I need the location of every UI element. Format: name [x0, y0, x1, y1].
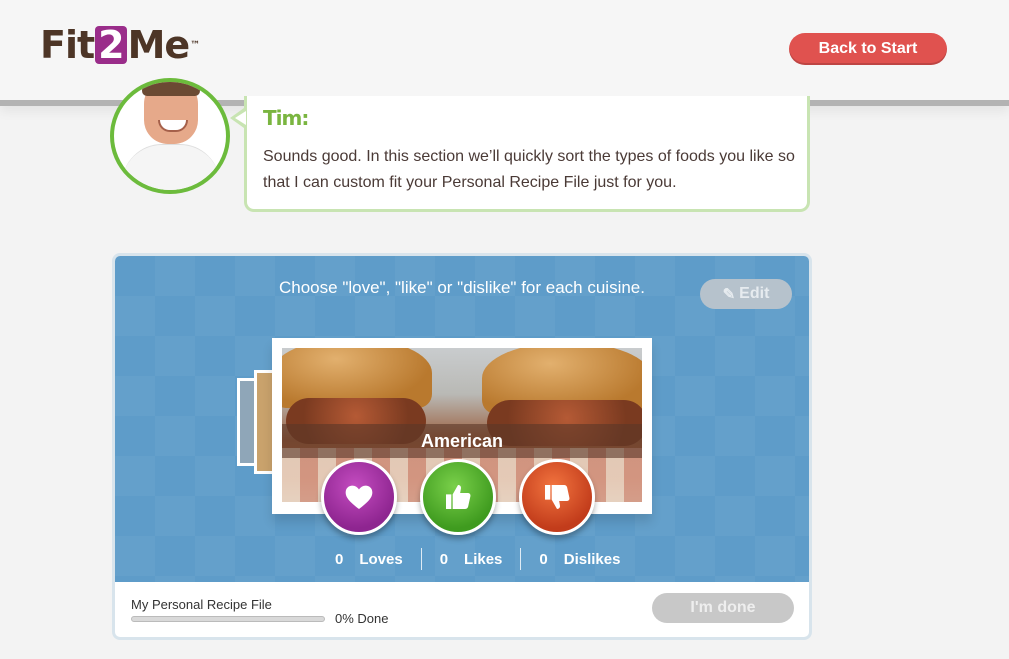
im-done-button[interactable]: I'm done [652, 593, 794, 623]
thumbs-down-icon [545, 485, 570, 509]
progress-percent: 0% Done [335, 611, 389, 626]
coach-name: Tim: [263, 106, 309, 130]
love-button[interactable] [321, 459, 397, 535]
dislikes-count-value: 0 [539, 550, 548, 568]
logo-trademark: ™ [190, 39, 201, 51]
thumbs-up-icon [446, 485, 471, 509]
progress-bar [131, 616, 325, 622]
back-to-start-button[interactable]: Back to Start [789, 33, 947, 65]
edit-label: Edit [739, 285, 770, 302]
dislike-button[interactable] [519, 459, 595, 535]
edit-button[interactable]: ✎ Edit [700, 279, 792, 309]
logo-text-two: 2 [95, 26, 127, 64]
likes-count-label: Likes [464, 550, 503, 568]
coach-message: Sounds good. In this section we’ll quick… [263, 148, 795, 191]
edit-icon: ✎ [722, 286, 736, 303]
loves-count-label: Loves [359, 550, 403, 568]
logo-text-fit: Fit [40, 23, 95, 67]
cuisine-card-area: Choose "love", "like" or "dislike" for e… [115, 256, 809, 582]
rating-counts: 0 Loves 0 Likes 0 Dislikes [317, 546, 638, 572]
progress-label: My Personal Recipe File [131, 597, 272, 612]
dislikes-count-label: Dislikes [563, 550, 621, 568]
loves-count: 0 Loves [317, 551, 421, 568]
cuisine-sorter-panel: Choose "love", "like" or "dislike" for e… [112, 253, 812, 640]
dislikes-count: 0 Dislikes [521, 551, 638, 568]
likes-count-value: 0 [439, 550, 449, 568]
likes-count: 0 Likes [422, 551, 521, 568]
fit2me-logo[interactable]: Fit 2 Me ™ [40, 23, 201, 67]
logo-text-me: Me [127, 23, 191, 67]
coach-avatar [110, 78, 230, 194]
heart-icon [345, 485, 373, 509]
loves-count-value: 0 [335, 550, 344, 568]
cuisine-name: American [282, 424, 642, 458]
like-button[interactable] [420, 459, 496, 535]
